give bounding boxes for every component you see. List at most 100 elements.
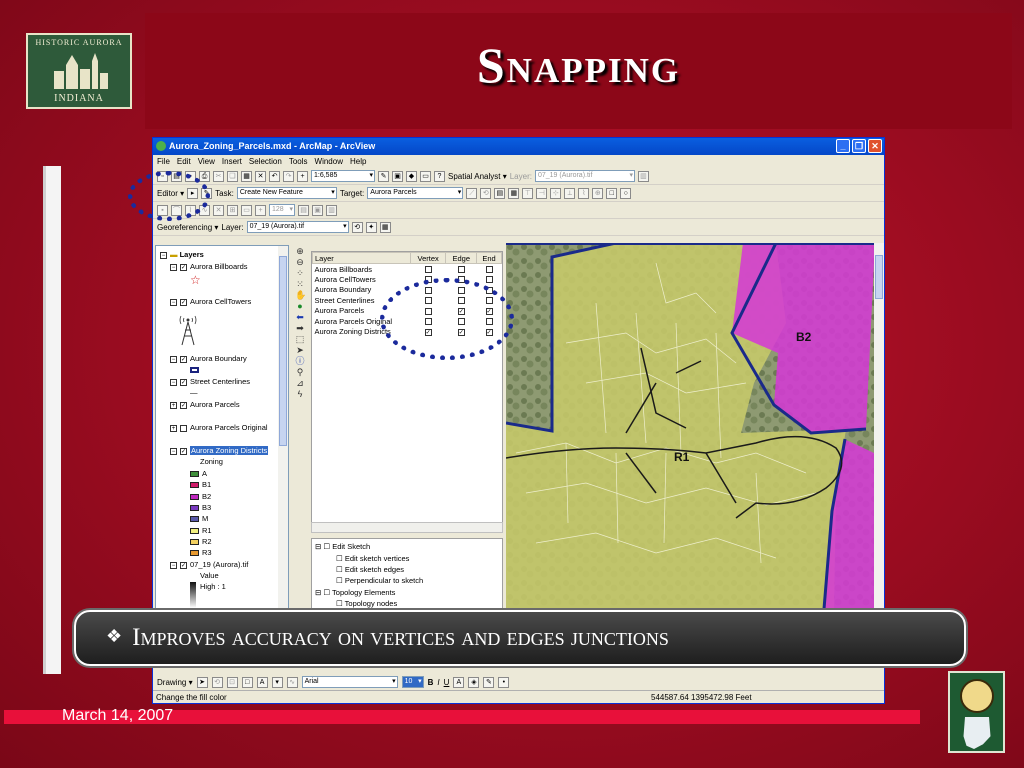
- window-titlebar[interactable]: Aurora_Zoning_Parcels.mxd - ArcMap - Arc…: [153, 138, 884, 155]
- trim-icon[interactable]: ⟂: [564, 187, 576, 199]
- undo-icon[interactable]: ↶: [269, 170, 280, 182]
- zoom-in-icon[interactable]: ⊕: [295, 247, 305, 257]
- focus-frame-icon[interactable]: ▣: [312, 204, 323, 216]
- drawing-menu[interactable]: Drawing ▾: [157, 678, 193, 687]
- fixed-zoom-out-icon[interactable]: ⁙: [295, 280, 305, 290]
- add-control-points-icon[interactable]: ✦: [365, 221, 377, 233]
- editor-toolbar-icon[interactable]: ✎: [378, 170, 389, 182]
- merge-icon[interactable]: ⊕: [592, 187, 604, 199]
- rotate-tool-icon[interactable]: ⟲: [480, 187, 492, 199]
- menu-edit[interactable]: Edit: [177, 157, 191, 166]
- italic-button[interactable]: I: [437, 678, 439, 687]
- forward-extent-icon[interactable]: ➡: [295, 324, 305, 334]
- georeferencing-menu[interactable]: Georeferencing ▾: [157, 223, 218, 232]
- maximize-button[interactable]: ❐: [852, 139, 866, 153]
- measure-icon[interactable]: ⊿: [295, 379, 305, 389]
- tree-perpendicular[interactable]: ☐ Perpendicular to sketch: [336, 576, 423, 585]
- toc-layer-boundary[interactable]: − ✓ Aurora Boundary: [170, 354, 247, 363]
- snap-vertex-checkbox[interactable]: [424, 266, 432, 274]
- toc-root[interactable]: − ▬ Layers: [160, 250, 204, 259]
- pan-icon[interactable]: ✋: [295, 291, 306, 301]
- georef-layer-select[interactable]: 07_19 (Aurora).tif: [246, 221, 349, 233]
- rotate-draw-icon[interactable]: ⟲: [211, 676, 223, 688]
- help-icon[interactable]: ?: [434, 170, 445, 182]
- sa-layer-select[interactable]: 07_19 (Aurora).tif: [534, 170, 635, 182]
- toc-layer-celltowers[interactable]: − ✓ Aurora CellTowers: [170, 297, 251, 306]
- split-tool-icon[interactable]: ⟋: [466, 187, 478, 199]
- toc-layer-raster[interactable]: − ✓ 07_19 (Aurora).tif: [170, 560, 248, 569]
- toggle-draft-icon[interactable]: ▤: [298, 204, 309, 216]
- rectangle-icon[interactable]: □: [606, 187, 618, 199]
- select-elements-icon[interactable]: ➤: [295, 346, 305, 356]
- tree-sketch-edges[interactable]: ☐ Edit sketch edges: [336, 565, 404, 574]
- toc-scrollbar[interactable]: [278, 246, 288, 609]
- full-extent-icon[interactable]: ●: [295, 302, 305, 312]
- zoom-out-icon[interactable]: ⊖: [295, 258, 305, 268]
- redo-icon[interactable]: ↷: [283, 170, 294, 182]
- trace-icon[interactable]: ⊣: [536, 187, 548, 199]
- delete-icon[interactable]: ✕: [255, 170, 266, 182]
- arctoolbox-icon[interactable]: ▣: [392, 170, 403, 182]
- circle-icon[interactable]: ○: [620, 187, 632, 199]
- target-select[interactable]: Aurora Parcels: [367, 187, 464, 199]
- layout-zoom-select[interactable]: 128: [269, 204, 295, 216]
- snap-end-checkbox[interactable]: [485, 276, 493, 284]
- close-button[interactable]: ✕: [868, 139, 882, 153]
- snapping-hscrollbar[interactable]: [311, 522, 503, 533]
- menu-help[interactable]: Help: [350, 157, 366, 166]
- font-select[interactable]: Arial: [301, 676, 398, 688]
- line-intersection-icon[interactable]: ✕: [213, 204, 224, 216]
- snap-edge-checkbox[interactable]: [457, 266, 465, 274]
- menu-file[interactable]: File: [157, 157, 170, 166]
- zoom-whole-page-icon[interactable]: ⊡: [226, 676, 238, 688]
- layout-page-icon[interactable]: ▭: [241, 204, 252, 216]
- histogram-icon[interactable]: ▥: [637, 170, 649, 182]
- extend-icon[interactable]: ⊹: [550, 187, 562, 199]
- copy-icon[interactable]: ❏: [227, 170, 238, 182]
- toc-layer-parcels-original[interactable]: + Aurora Parcels Original: [170, 423, 268, 432]
- tree-topology-nodes[interactable]: ☐ Topology nodes: [336, 599, 397, 608]
- fixed-zoom-in-icon[interactable]: ⁘: [295, 269, 305, 279]
- explode-icon[interactable]: ⊞: [227, 204, 238, 216]
- cut-icon[interactable]: ✂: [213, 170, 224, 182]
- tree-edit-sketch[interactable]: ⊟ ☐ Edit Sketch: [315, 542, 370, 551]
- attributes-icon[interactable]: ▤: [494, 187, 506, 199]
- font-size-select[interactable]: 10: [401, 676, 424, 688]
- topology-edit-icon[interactable]: ⊤: [522, 187, 534, 199]
- spline-text-icon[interactable]: ∿: [286, 676, 298, 688]
- menu-tools[interactable]: Tools: [289, 157, 308, 166]
- find-icon[interactable]: ⚲: [295, 368, 305, 378]
- add-data-icon[interactable]: +: [297, 170, 308, 182]
- marker-color-icon[interactable]: •: [498, 676, 510, 688]
- font-color-icon[interactable]: A: [453, 676, 465, 688]
- tree-sketch-vertices[interactable]: ☐ Edit sketch vertices: [336, 554, 409, 563]
- paste-icon[interactable]: ▦: [241, 170, 252, 182]
- identify-icon[interactable]: ⓘ: [295, 357, 305, 367]
- toc-layer-billboards[interactable]: − ✓ Aurora Billboards: [170, 262, 248, 271]
- sketch-properties-icon[interactable]: ▦: [508, 187, 520, 199]
- new-rectangle-icon[interactable]: □: [241, 676, 253, 688]
- map-display[interactable]: B2 R1: [506, 243, 874, 609]
- map-scroll-thumb[interactable]: [875, 255, 883, 299]
- arccatalog-icon[interactable]: ◆: [406, 170, 417, 182]
- menu-window[interactable]: Window: [315, 157, 343, 166]
- toc-layer-zoning[interactable]: − ✓ Aurora Zoning Districts: [170, 446, 269, 455]
- reshape-icon[interactable]: ⌇: [578, 187, 590, 199]
- map-vscrollbar[interactable]: [874, 243, 884, 609]
- change-layout-icon[interactable]: ▥: [326, 204, 337, 216]
- select-elements-draw-icon[interactable]: ➤: [196, 676, 208, 688]
- back-extent-icon[interactable]: ⬅: [295, 313, 305, 323]
- map-scale-select[interactable]: 1:6,585: [311, 170, 375, 182]
- toc-layer-parcels[interactable]: + ✓ Aurora Parcels: [170, 400, 240, 409]
- spatial-analyst-menu[interactable]: Spatial Analyst ▾: [448, 172, 507, 181]
- bold-button[interactable]: B: [428, 678, 434, 687]
- minimize-button[interactable]: _: [836, 139, 850, 153]
- line-color-icon[interactable]: ✎: [483, 676, 495, 688]
- callout-icon[interactable]: ▾: [271, 676, 283, 688]
- task-select[interactable]: Create New Feature: [236, 187, 337, 199]
- toc-scroll-thumb[interactable]: [279, 256, 287, 446]
- rotate-raster-icon[interactable]: ⟲: [351, 221, 363, 233]
- hyperlink-icon[interactable]: ϟ: [295, 390, 305, 400]
- tree-topology-elements[interactable]: ⊟ ☐ Topology Elements: [315, 588, 395, 597]
- menu-view[interactable]: View: [198, 157, 215, 166]
